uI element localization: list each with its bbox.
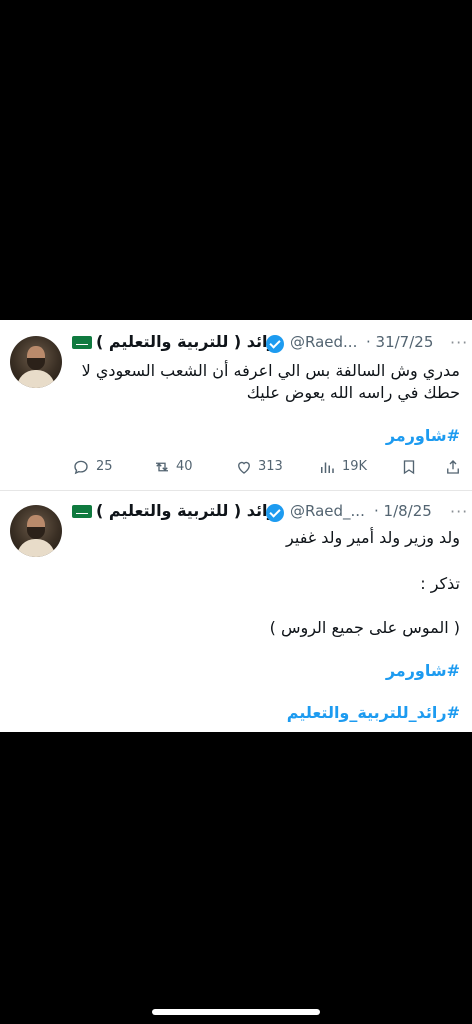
more-options-icon[interactable]: ···	[450, 504, 468, 520]
like-icon	[238, 461, 250, 474]
tweets-screenshot: رائد ( للتربية والتعليم ) @Raed... · 31/…	[0, 320, 472, 732]
bookmark-icon	[403, 460, 415, 475]
home-indicator[interactable]	[152, 1009, 320, 1015]
tweet-date[interactable]: · 31/7/25	[366, 333, 433, 351]
tweet-text-line-2: تذكر :	[420, 574, 460, 593]
more-options-icon[interactable]: ···	[450, 335, 468, 351]
tweet-text-line-3: ( الموس على جميع الروس )	[269, 618, 460, 637]
tweet-1[interactable]: رائد ( للتربية والتعليم ) @Raed... · 31/…	[0, 320, 472, 490]
views-icon	[321, 462, 334, 473]
views-button[interactable]: 19K	[318, 456, 372, 478]
repost-icon	[156, 462, 168, 472]
avatar[interactable]	[10, 336, 62, 388]
hashtag-link[interactable]: #شاورمر	[386, 426, 460, 445]
like-count: 313	[258, 459, 283, 474]
share-button[interactable]	[444, 456, 464, 478]
tweet-header: رائد ( للتربية والتعليم ) @Raed... · 31/…	[70, 332, 444, 358]
reply-icon	[74, 460, 88, 475]
reply-count: 25	[96, 459, 113, 474]
saudi-flag-icon	[72, 505, 92, 518]
tweet-2[interactable]: رائد ( للتربية والتعليم ) @Raed_... · 1/…	[0, 490, 472, 733]
repost-button[interactable]: 40	[152, 456, 202, 478]
author-handle[interactable]: @Raed_...	[290, 502, 365, 520]
tweet-text-line-1: ولد وزير ولد أمير ولد غفير	[286, 528, 460, 547]
reply-button[interactable]: 25	[72, 456, 122, 478]
hashtag-link[interactable]: #شاورمر	[386, 661, 460, 680]
views-count: 19K	[342, 459, 368, 474]
author-handle[interactable]: @Raed...	[290, 333, 357, 351]
tweet-text-line-1: مدري وش السالفة بس الي اعرفه أن الشعب ال…	[81, 361, 460, 380]
tweet-actions: 25 40 313 19K	[0, 456, 472, 478]
verified-icon	[266, 504, 284, 522]
author-name[interactable]: رائد ( للتربية والتعليم )	[96, 501, 277, 520]
repost-count: 40	[176, 459, 193, 474]
author-name[interactable]: رائد ( للتربية والتعليم )	[96, 332, 277, 351]
tweet-date[interactable]: · 1/8/25	[374, 502, 432, 520]
bookmark-button[interactable]	[400, 456, 420, 478]
tweet-header: رائد ( للتربية والتعليم ) @Raed_... · 1/…	[70, 501, 444, 527]
share-icon	[447, 460, 459, 474]
hashtag-link[interactable]: #رائد_للتربية_والتعليم	[287, 703, 460, 722]
saudi-flag-icon	[72, 336, 92, 349]
avatar[interactable]	[10, 505, 62, 557]
verified-icon	[266, 335, 284, 353]
like-button[interactable]: 313	[234, 456, 288, 478]
tweet-text-line-2: حطك في راسه الله يعوض عليك	[246, 383, 460, 402]
